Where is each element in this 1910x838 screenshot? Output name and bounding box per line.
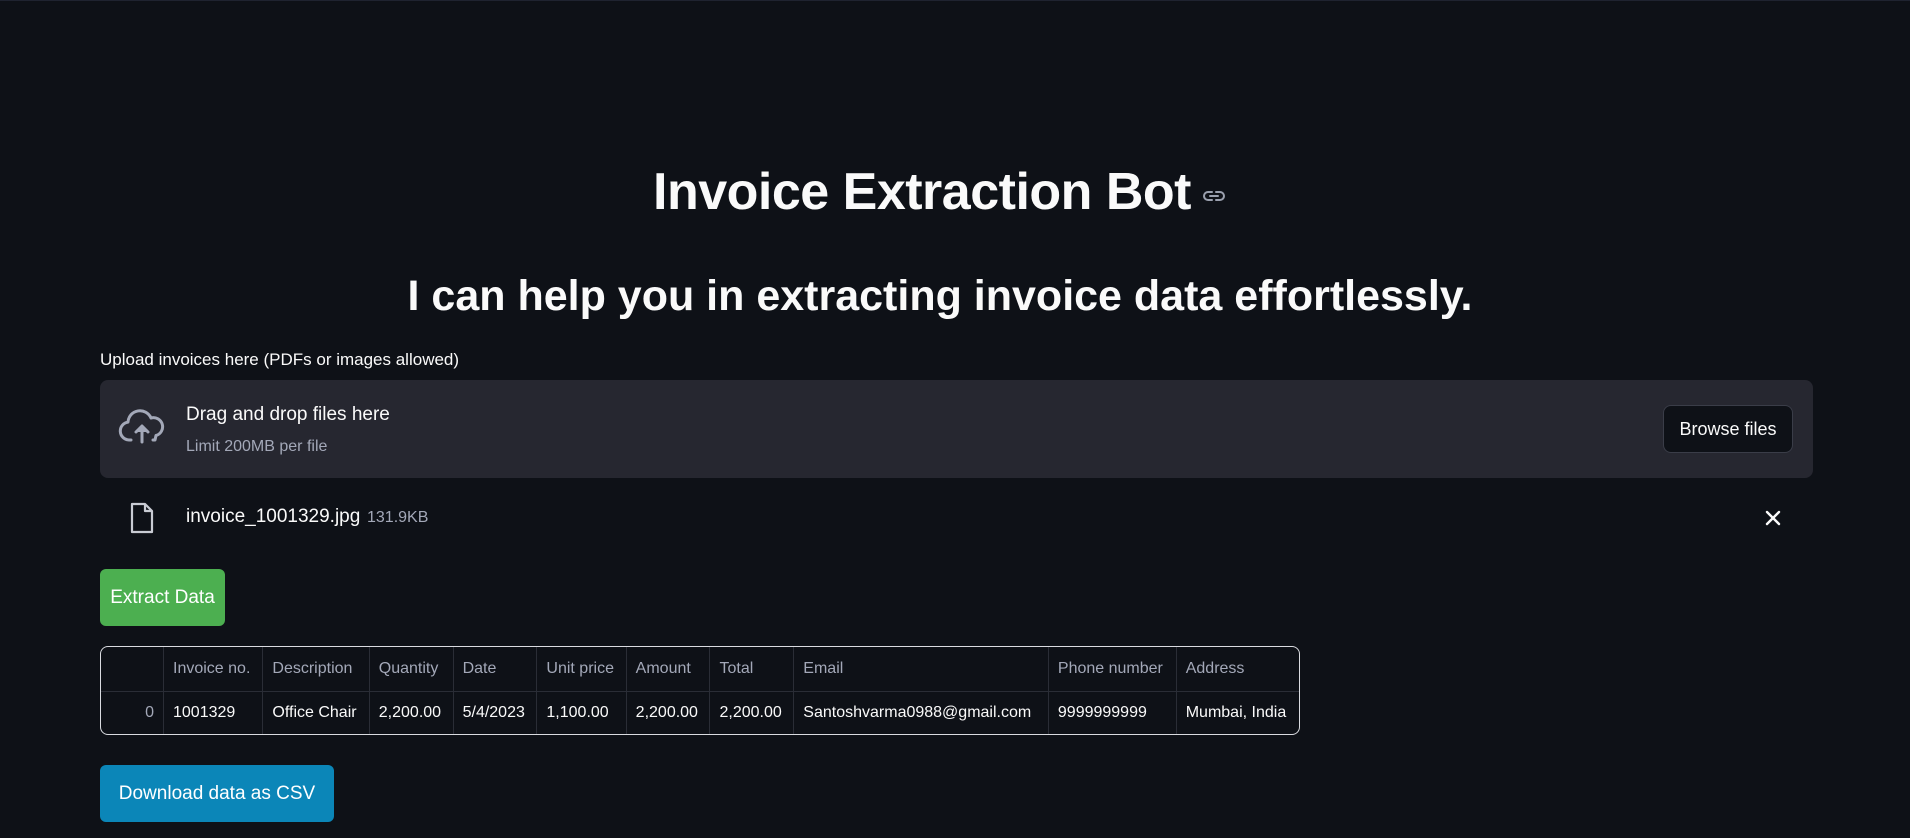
table-cell-index[interactable]: 0 xyxy=(101,691,164,734)
close-icon[interactable] xyxy=(1763,508,1783,528)
page-subtitle: I can help you in extracting invoice dat… xyxy=(407,272,1473,320)
extract-data-button[interactable]: Extract Data xyxy=(100,569,225,626)
top-divider xyxy=(0,0,1910,1)
column-header-quantity[interactable]: Quantity xyxy=(369,647,454,692)
browse-files-button[interactable]: Browse files xyxy=(1663,405,1793,453)
link-icon[interactable] xyxy=(1201,183,1227,209)
cloud-upload-icon xyxy=(118,408,166,448)
file-size: 131.9KB xyxy=(367,509,429,526)
column-header-phone-number[interactable]: Phone number xyxy=(1048,647,1177,692)
dropzone-title: Drag and drop files here xyxy=(186,404,390,425)
column-header-amount[interactable]: Amount xyxy=(626,647,711,692)
page-title-text: Invoice Extraction Bot xyxy=(653,163,1192,221)
column-header-total[interactable]: Total xyxy=(709,647,795,692)
table-cell-description[interactable]: Office Chair xyxy=(262,691,370,734)
column-header-index[interactable] xyxy=(101,647,164,692)
table-cell-date[interactable]: 5/4/2023 xyxy=(453,691,538,734)
column-header-email[interactable]: Email xyxy=(793,647,1049,692)
file-dropzone[interactable]: Drag and drop files here Limit 200MB per… xyxy=(100,380,1813,478)
table-cell-unit-price[interactable]: 1,100.00 xyxy=(536,691,627,734)
table-cell-invoice-no[interactable]: 1001329 xyxy=(163,691,264,734)
file-icon xyxy=(128,502,156,534)
column-header-invoice-no[interactable]: Invoice no. xyxy=(163,647,264,692)
upload-label: Upload invoices here (PDFs or images all… xyxy=(100,350,460,369)
table-header-row: Invoice no. Description Quantity Date Un… xyxy=(101,647,1299,692)
column-header-description[interactable]: Description xyxy=(262,647,370,692)
dropzone-limit: Limit 200MB per file xyxy=(186,438,328,455)
table-cell-quantity[interactable]: 2,200.00 xyxy=(369,691,454,734)
table-cell-total[interactable]: 2,200.00 xyxy=(709,691,795,734)
column-header-unit-price[interactable]: Unit price xyxy=(536,647,627,692)
table-cell-email[interactable]: Santoshvarma0988@gmail.com xyxy=(793,691,1049,734)
table-cell-amount[interactable]: 2,200.00 xyxy=(626,691,711,734)
file-name: invoice_1001329.jpg xyxy=(186,506,361,527)
column-header-date[interactable]: Date xyxy=(453,647,538,692)
table-cell-address[interactable]: Mumbai, India xyxy=(1176,691,1299,734)
page-header: Invoice Extraction Bot xyxy=(0,162,1880,222)
download-csv-button[interactable]: Download data as CSV xyxy=(100,765,334,822)
page-title: Invoice Extraction Bot xyxy=(653,162,1227,222)
table-row: 0 1001329 Office Chair 2,200.00 5/4/2023… xyxy=(101,691,1299,734)
data-table[interactable]: Invoice no. Description Quantity Date Un… xyxy=(100,646,1300,735)
table-cell-phone-number[interactable]: 9999999999 xyxy=(1048,691,1177,734)
column-header-address[interactable]: Address xyxy=(1176,647,1299,692)
uploaded-file-item: invoice_1001329.jpg 131.9KB xyxy=(100,498,1813,538)
